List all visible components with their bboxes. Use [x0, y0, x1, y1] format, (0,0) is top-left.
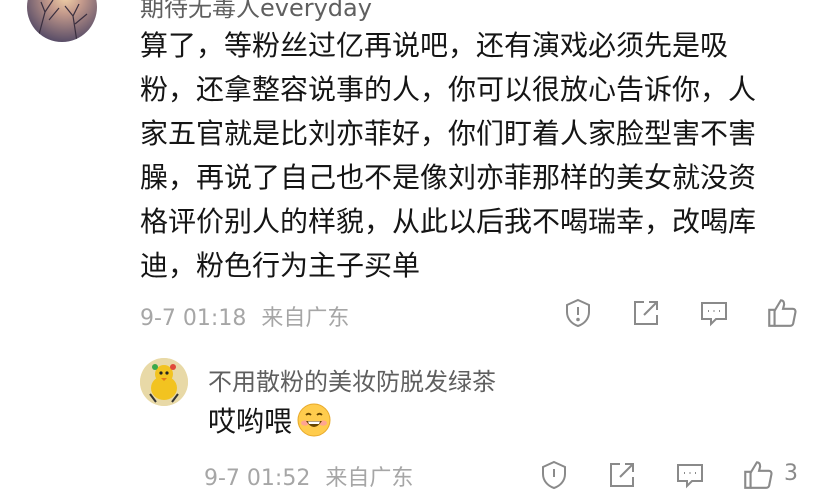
report-icon [542, 460, 566, 490]
share-icon [610, 463, 634, 487]
comment-text: 算了，等粉丝过亿再说吧，还有演戏必须先是吸 粉，还拿整容说事的人，你可以很放心告… [140, 24, 756, 288]
share-button[interactable] [628, 295, 664, 331]
comment-item: 不用散粉的美妆防脱发绿茶 哎哟喂 9-7 01:52 来自广东 3 [0, 340, 828, 491]
like-button[interactable] [740, 457, 776, 493]
like-icon [744, 461, 773, 489]
like-icon [768, 299, 797, 327]
report-button[interactable] [560, 295, 596, 331]
report-button[interactable] [536, 457, 572, 493]
action-bar [0, 295, 828, 335]
reply-button[interactable] [696, 295, 732, 331]
action-bar: 3 [0, 457, 828, 497]
report-icon [566, 298, 590, 328]
comment-line: 粉，还拿整容说事的人，你可以很放心告诉你，人 [140, 73, 757, 106]
comment-text: 哎哟喂 [208, 405, 293, 438]
avatar-image [27, 0, 97, 42]
comment-line: 格评价别人的样貌，从此以后我不喝瑞幸，改喝库 [140, 205, 757, 238]
comment-line: 哎哟喂 [208, 400, 332, 444]
comment-line: 臊，再说了自己也不是像刘亦菲那样的美女就没资 [140, 161, 757, 194]
reply-text: 哎哟喂 [208, 400, 332, 444]
comment-item: 期待无毒人everyday 算了，等粉丝过亿再说吧，还有演戏必须先是吸 粉，还拿… [0, 0, 828, 340]
comment-line: 算了，等粉丝过亿再说吧，还有演戏必须先是吸 [140, 29, 729, 62]
share-button[interactable] [604, 457, 640, 493]
avatar[interactable] [140, 358, 188, 406]
username[interactable]: 期待无毒人everyday [140, 0, 372, 23]
reply-icon [701, 302, 727, 327]
like-button[interactable] [764, 295, 800, 331]
reply-icon [677, 464, 703, 489]
username[interactable]: 不用散粉的美妆防脱发绿茶 [208, 362, 496, 397]
avatar[interactable] [27, 0, 97, 42]
comment-line: 迪，粉色行为主子买单 [140, 249, 421, 282]
like-count: 3 [784, 461, 798, 486]
comment-line: 家五官就是比刘亦菲好，你们盯着人家脸型害不害 [140, 117, 757, 150]
reply-button[interactable] [672, 457, 708, 493]
share-icon [634, 301, 658, 325]
grin-emoji [297, 403, 331, 437]
avatar-image [140, 358, 188, 406]
